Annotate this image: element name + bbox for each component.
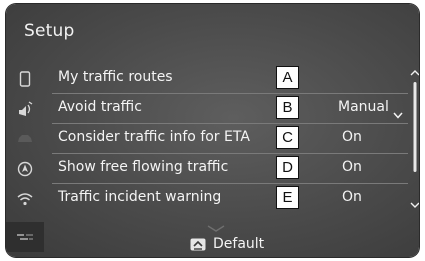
setting-row-consider-traffic-eta[interactable]: Consider traffic info for ETA C On: [52, 124, 408, 154]
callout-badge: B: [276, 96, 299, 119]
phone-icon[interactable]: [6, 64, 44, 94]
setting-label: Consider traffic info for ETA: [58, 129, 250, 145]
scroll-up-icon: [410, 70, 419, 76]
scrollbar[interactable]: [410, 66, 419, 216]
setting-row-my-traffic-routes[interactable]: My traffic routes A: [52, 64, 408, 94]
wifi-icon[interactable]: [6, 184, 44, 214]
setting-value: On: [342, 159, 362, 175]
scroll-thumb: [413, 82, 417, 172]
callout-badge: A: [276, 66, 299, 89]
setting-value: Manual: [338, 99, 389, 115]
scroll-down-icon: [410, 202, 419, 208]
page-title: Setup: [24, 21, 75, 41]
setting-row-traffic-incident-warning[interactable]: Traffic incident warning E On: [52, 184, 408, 214]
navigation-icon[interactable]: [6, 154, 44, 184]
setting-label: My traffic routes: [58, 69, 173, 85]
car-icon[interactable]: [6, 124, 44, 154]
reset-icon: [190, 238, 206, 250]
callout-badge: D: [276, 156, 299, 179]
callout-badge: E: [276, 186, 299, 209]
sidebar: [6, 62, 44, 257]
setup-screen: Setup My traffic routes A Avoid traffic: [6, 4, 419, 257]
setting-row-show-free-flowing-traffic[interactable]: Show free flowing traffic D On: [52, 154, 408, 184]
callout-badge: C: [276, 126, 299, 149]
setting-value: On: [342, 129, 362, 145]
default-button[interactable]: Default: [190, 234, 264, 254]
default-button-label: Default: [213, 236, 265, 252]
footer-bar: Default: [6, 231, 419, 257]
setting-value: On: [342, 189, 362, 205]
setting-label: Avoid traffic: [58, 99, 142, 115]
chevron-down-icon[interactable]: [393, 104, 403, 123]
setting-label: Traffic incident warning: [58, 189, 222, 205]
setting-row-avoid-traffic[interactable]: Avoid traffic B Manual: [52, 94, 408, 124]
route-audio-icon[interactable]: [6, 94, 44, 124]
setting-label: Show free flowing traffic: [58, 159, 229, 175]
